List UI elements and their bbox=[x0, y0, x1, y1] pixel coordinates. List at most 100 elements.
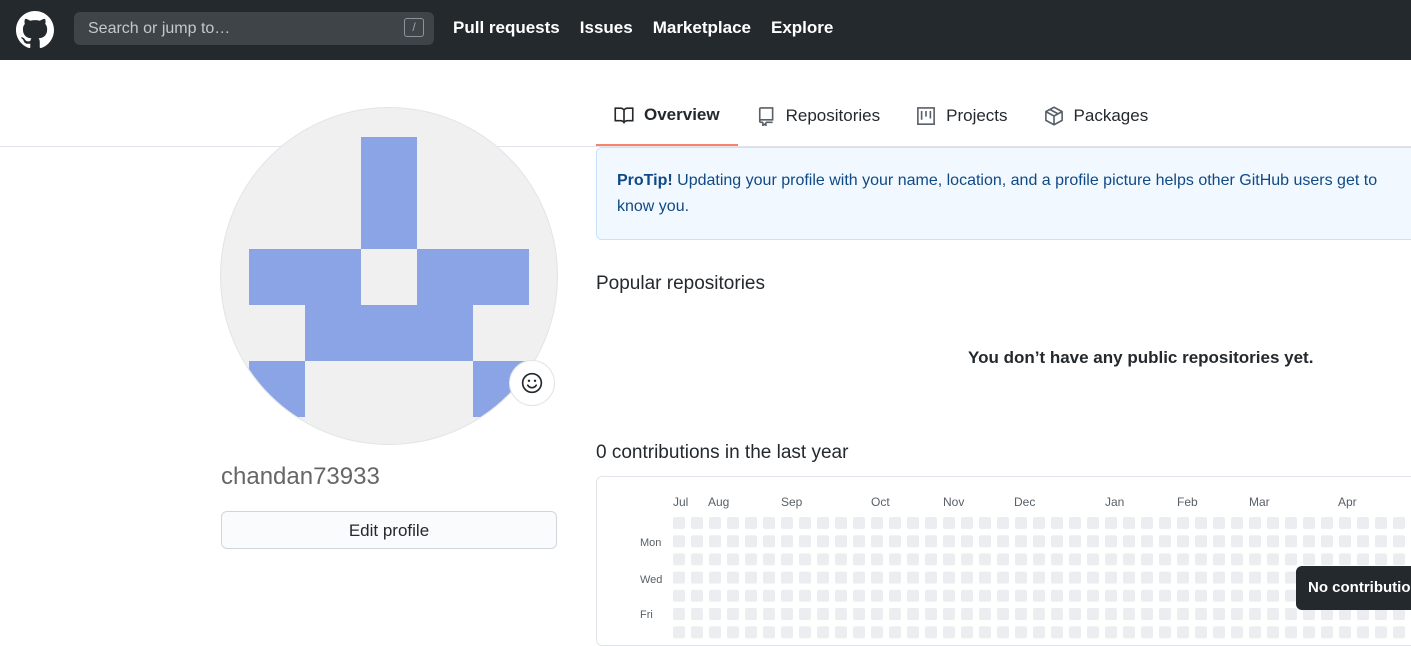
contribution-day-cell[interactable] bbox=[925, 571, 937, 584]
contribution-day-cell[interactable] bbox=[763, 517, 775, 529]
contribution-day-cell[interactable] bbox=[835, 553, 847, 566]
contribution-day-cell[interactable] bbox=[673, 517, 685, 529]
contribution-day-cell[interactable] bbox=[1321, 535, 1333, 548]
contribution-day-cell[interactable] bbox=[853, 589, 865, 602]
contribution-day-cell[interactable] bbox=[1069, 517, 1081, 529]
contribution-day-cell[interactable] bbox=[1015, 535, 1027, 548]
contribution-day-cell[interactable] bbox=[1033, 535, 1045, 548]
contribution-day-cell[interactable] bbox=[889, 608, 901, 620]
contribution-day-cell[interactable] bbox=[1141, 608, 1153, 620]
contribution-day-cell[interactable] bbox=[1393, 517, 1405, 529]
contribution-day-cell[interactable] bbox=[1249, 535, 1261, 548]
contribution-day-cell[interactable] bbox=[979, 571, 991, 584]
contribution-day-cell[interactable] bbox=[709, 517, 721, 529]
contribution-day-cell[interactable] bbox=[1267, 626, 1279, 639]
contribution-day-cell[interactable] bbox=[799, 535, 811, 548]
contribution-day-cell[interactable] bbox=[1195, 589, 1207, 602]
contribution-day-cell[interactable] bbox=[745, 553, 757, 566]
contribution-day-cell[interactable] bbox=[1069, 571, 1081, 584]
contribution-day-cell[interactable] bbox=[943, 626, 955, 639]
contribution-day-cell[interactable] bbox=[979, 589, 991, 602]
contribution-day-cell[interactable] bbox=[907, 517, 919, 529]
contribution-day-cell[interactable] bbox=[925, 535, 937, 548]
contribution-day-cell[interactable] bbox=[1249, 571, 1261, 584]
contribution-day-cell[interactable] bbox=[835, 626, 847, 639]
contribution-day-cell[interactable] bbox=[799, 626, 811, 639]
contribution-day-cell[interactable] bbox=[1195, 571, 1207, 584]
nav-marketplace[interactable]: Marketplace bbox=[653, 18, 751, 38]
contribution-day-cell[interactable] bbox=[1141, 517, 1153, 529]
contribution-day-cell[interactable] bbox=[925, 589, 937, 602]
contribution-day-cell[interactable] bbox=[1195, 535, 1207, 548]
contribution-day-cell[interactable] bbox=[979, 517, 991, 529]
contribution-day-cell[interactable] bbox=[1195, 553, 1207, 566]
contribution-day-cell[interactable] bbox=[889, 517, 901, 529]
contribution-day-cell[interactable] bbox=[1249, 553, 1261, 566]
contribution-day-cell[interactable] bbox=[997, 535, 1009, 548]
contribution-day-cell[interactable] bbox=[871, 535, 883, 548]
contribution-day-cell[interactable] bbox=[1231, 626, 1243, 639]
contribution-day-cell[interactable] bbox=[745, 571, 757, 584]
contribution-day-cell[interactable] bbox=[871, 626, 883, 639]
contribution-day-cell[interactable] bbox=[1213, 626, 1225, 639]
contribution-day-cell[interactable] bbox=[1375, 535, 1387, 548]
contribution-day-cell[interactable] bbox=[763, 608, 775, 620]
contribution-day-cell[interactable] bbox=[961, 626, 973, 639]
contribution-day-cell[interactable] bbox=[799, 553, 811, 566]
contribution-day-cell[interactable] bbox=[727, 608, 739, 620]
contribution-day-cell[interactable] bbox=[1141, 571, 1153, 584]
contribution-day-cell[interactable] bbox=[1303, 535, 1315, 548]
contribution-day-cell[interactable] bbox=[727, 553, 739, 566]
contribution-day-cell[interactable] bbox=[853, 571, 865, 584]
contribution-day-cell[interactable] bbox=[889, 589, 901, 602]
search-box[interactable]: / bbox=[74, 12, 434, 45]
contribution-day-cell[interactable] bbox=[1123, 517, 1135, 529]
contribution-day-cell[interactable] bbox=[979, 535, 991, 548]
contribution-day-cell[interactable] bbox=[1357, 535, 1369, 548]
contribution-day-cell[interactable] bbox=[979, 553, 991, 566]
contribution-day-cell[interactable] bbox=[745, 535, 757, 548]
contribution-day-cell[interactable] bbox=[907, 571, 919, 584]
contribution-day-cell[interactable] bbox=[1141, 589, 1153, 602]
contribution-day-cell[interactable] bbox=[1357, 626, 1369, 639]
contribution-day-cell[interactable] bbox=[1105, 517, 1117, 529]
contribution-day-cell[interactable] bbox=[781, 589, 793, 602]
contribution-day-cell[interactable] bbox=[1015, 589, 1027, 602]
contribution-day-cell[interactable] bbox=[1375, 626, 1387, 639]
contribution-day-cell[interactable] bbox=[709, 553, 721, 566]
contribution-day-cell[interactable] bbox=[1051, 608, 1063, 620]
contribution-day-cell[interactable] bbox=[1303, 553, 1315, 566]
contribution-day-cell[interactable] bbox=[817, 517, 829, 529]
contribution-day-cell[interactable] bbox=[907, 608, 919, 620]
contribution-day-cell[interactable] bbox=[1159, 517, 1171, 529]
tab-overview[interactable]: Overview bbox=[596, 86, 738, 146]
contribution-day-cell[interactable] bbox=[1177, 589, 1189, 602]
contribution-day-cell[interactable] bbox=[1231, 571, 1243, 584]
contribution-day-cell[interactable] bbox=[997, 517, 1009, 529]
contribution-day-cell[interactable] bbox=[1159, 553, 1171, 566]
tab-repositories[interactable]: Repositories bbox=[738, 86, 899, 146]
contribution-day-cell[interactable] bbox=[817, 571, 829, 584]
contribution-day-cell[interactable] bbox=[979, 608, 991, 620]
contribution-day-cell[interactable] bbox=[1339, 626, 1351, 639]
contribution-day-cell[interactable] bbox=[799, 517, 811, 529]
contribution-day-cell[interactable] bbox=[1339, 535, 1351, 548]
contribution-day-cell[interactable] bbox=[1267, 553, 1279, 566]
contribution-day-cell[interactable] bbox=[871, 608, 883, 620]
contribution-day-cell[interactable] bbox=[1051, 626, 1063, 639]
contribution-day-cell[interactable] bbox=[1033, 517, 1045, 529]
contribution-day-cell[interactable] bbox=[1159, 535, 1171, 548]
contribution-day-cell[interactable] bbox=[853, 608, 865, 620]
contribution-day-cell[interactable] bbox=[1177, 571, 1189, 584]
contribution-day-cell[interactable] bbox=[673, 608, 685, 620]
contribution-day-cell[interactable] bbox=[691, 589, 703, 602]
contribution-day-cell[interactable] bbox=[997, 571, 1009, 584]
contribution-day-cell[interactable] bbox=[691, 608, 703, 620]
contribution-day-cell[interactable] bbox=[727, 571, 739, 584]
tab-projects[interactable]: Projects bbox=[898, 86, 1025, 146]
contribution-day-cell[interactable] bbox=[799, 608, 811, 620]
contribution-day-cell[interactable] bbox=[1033, 571, 1045, 584]
contribution-day-cell[interactable] bbox=[961, 553, 973, 566]
contribution-day-cell[interactable] bbox=[961, 517, 973, 529]
contribution-day-cell[interactable] bbox=[943, 553, 955, 566]
